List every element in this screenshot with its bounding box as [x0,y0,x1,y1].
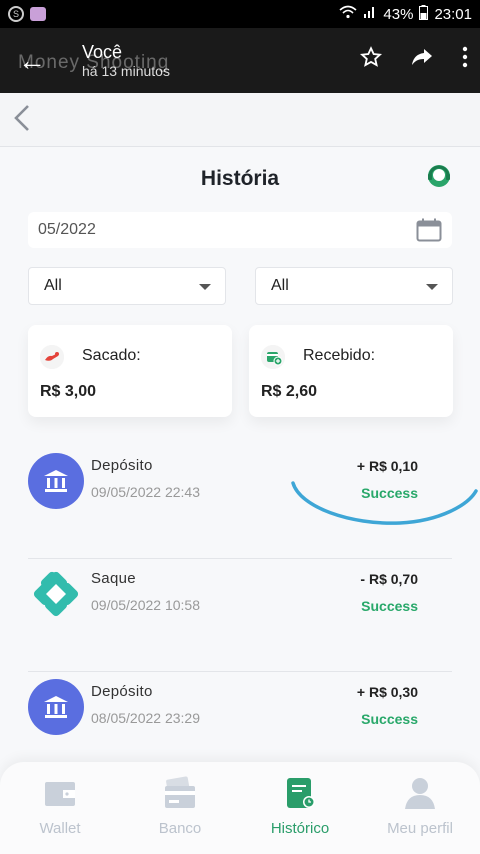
share-forward-icon[interactable] [410,46,434,75]
withdrawn-summary-card: Sacado: R$ 3,00 [28,325,232,417]
overlay-watermark: Money Shooting [18,52,170,73]
bank-icon [28,453,84,509]
transaction-type: Saque [91,570,136,587]
support-agent-icon[interactable] [426,163,452,189]
nav-historico[interactable]: Histórico [240,762,360,854]
transaction-date: 08/05/2022 23:29 [91,710,200,726]
received-label: Recebido: [303,347,376,364]
withdraw-icon [40,345,64,369]
chevron-left-icon[interactable] [12,103,32,141]
share-header: ← Money Shooting Você há 13 minutos [0,28,480,93]
transaction-status: Success [361,598,418,614]
nav-wallet[interactable]: Wallet [0,762,120,854]
nav-historico-label: Histórico [270,820,330,837]
page-title: História [200,167,280,190]
transaction-amount: + R$ 0,30 [356,684,418,700]
transaction-date: 09/05/2022 10:58 [91,597,200,613]
history-icon [287,778,315,808]
type-filter-select[interactable]: All [28,267,226,305]
calendar-icon[interactable] [416,218,442,242]
bank-icon [28,679,84,735]
annotation-scribble [291,481,478,525]
transaction-amount: - R$ 0,70 [360,571,418,587]
clock: 23:01 [434,5,472,23]
chevron-down-icon [199,284,211,290]
withdrawn-label: Sacado: [82,347,141,364]
transaction-type: Depósito [91,683,153,700]
status-filter-select[interactable]: All [255,267,453,305]
status-bar: S 43% 23:01 [0,0,480,28]
share-titles: Money Shooting Você há 13 minutos [18,42,360,79]
bank-card-icon [165,776,195,808]
wifi-icon [339,5,357,23]
chevron-down-icon [426,284,438,290]
notification-app-icon [30,7,46,21]
month-value: 05/2022 [38,221,96,238]
battery-icon [419,4,429,24]
profile-icon [405,778,435,809]
bottom-navigation: Wallet Banco Histórico Meu perfil [0,762,480,854]
nav-banco-label: Banco [158,820,202,837]
type-filter-value: All [44,277,62,294]
nav-wallet-label: Wallet [39,820,81,837]
s-app-icon: S [8,6,24,22]
nav-meu-perfil[interactable]: Meu perfil [360,762,480,854]
nav-meu-perfil-label: Meu perfil [387,820,453,837]
transaction-status: Success [361,711,418,727]
month-picker[interactable]: 05/2022 [28,212,452,248]
more-options-icon[interactable] [462,46,468,75]
transaction-type: Depósito [91,457,153,474]
nav-banco[interactable]: Banco [120,762,240,854]
star-icon[interactable] [359,46,383,75]
pix-icon [28,566,84,622]
received-summary-card: Recebido: R$ 2,60 [249,325,453,417]
signal-icon [363,5,377,23]
received-icon [261,345,285,369]
withdrawn-value: R$ 3,00 [40,383,97,400]
status-filter-value: All [271,277,289,294]
transaction-date: 09/05/2022 22:43 [91,484,200,500]
received-value: R$ 2,60 [261,383,318,400]
battery-percent: 43% [383,5,414,23]
app-top-bar [0,93,480,147]
transaction-row[interactable]: Saque 09/05/2022 10:58 - R$ 0,70 Success [28,560,452,672]
wallet-icon [45,782,75,806]
transaction-amount: + R$ 0,10 [356,458,418,474]
